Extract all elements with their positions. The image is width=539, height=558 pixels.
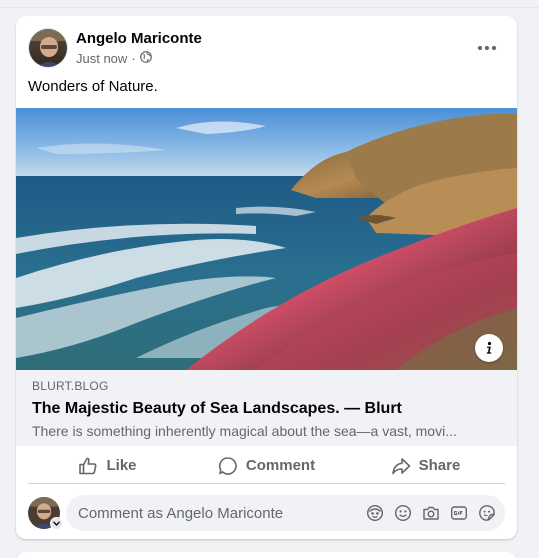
info-icon [486, 341, 492, 354]
post-meta: Just now · [76, 51, 152, 66]
share-arrow-icon [391, 457, 410, 474]
like-button[interactable]: Like [28, 448, 187, 483]
more-dots-icon [477, 45, 497, 51]
info-button[interactable] [475, 334, 503, 362]
sticker-icon[interactable] [477, 503, 497, 523]
comment-tools [365, 503, 497, 523]
link-preview[interactable]: BLURT.BLOG The Majestic Beauty of Sea La… [16, 370, 517, 446]
chevron-down-icon[interactable] [50, 517, 63, 530]
link-title[interactable]: The Majestic Beauty of Sea Landscapes. —… [32, 400, 402, 418]
camera-icon[interactable] [421, 503, 441, 523]
more-options-button[interactable] [473, 34, 501, 62]
like-label: Like [106, 457, 137, 474]
avatar-sticker-icon[interactable] [365, 503, 385, 523]
top-divider [0, 0, 539, 8]
link-preview-image[interactable] [16, 108, 517, 370]
post-time[interactable]: Just now [76, 51, 127, 66]
author-name[interactable]: Angelo Mariconte [76, 30, 202, 47]
post-caption: Wonders of Nature. [28, 78, 158, 95]
post-header: Angelo Mariconte Just now · [28, 28, 505, 70]
post-actions: Like Comment Share [28, 448, 505, 484]
comment-composer: Comment as Angelo Mariconte [28, 495, 505, 531]
share-button[interactable]: Share [346, 448, 505, 483]
meta-separator: · [131, 51, 136, 66]
emoji-icon[interactable] [393, 503, 413, 523]
comment-label: Comment [245, 457, 316, 474]
link-domain: BLURT.BLOG [32, 379, 109, 393]
share-label: Share [418, 457, 461, 474]
comment-bubble-icon [218, 456, 237, 475]
post-card: Angelo Mariconte Just now · Wonders of N… [16, 16, 517, 539]
globe-icon[interactable] [139, 51, 152, 66]
gif-icon[interactable] [449, 503, 469, 523]
link-description: There is something inherently magical ab… [32, 423, 457, 439]
comment-button[interactable]: Comment [187, 448, 346, 483]
next-post-card [16, 552, 517, 558]
thumbs-up-icon [79, 457, 97, 474]
author-avatar[interactable] [28, 28, 68, 68]
comment-placeholder: Comment as Angelo Mariconte [78, 504, 284, 522]
